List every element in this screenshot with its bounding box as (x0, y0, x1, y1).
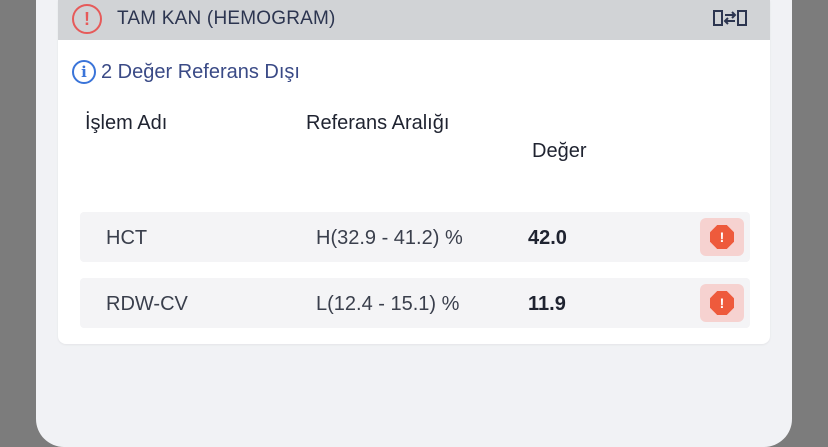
out-of-range-summary: i 2 Değer Referans Dışı (72, 60, 300, 84)
reference-range: H(32.9 - 41.2) % (316, 227, 463, 249)
column-header-name: İşlem Adı (85, 112, 168, 134)
panel-title: TAM KAN (HEMOGRAM) (117, 8, 336, 29)
out-of-range-text: 2 Değer Referans Dışı (101, 60, 300, 83)
column-header-value: Değer (532, 140, 587, 162)
warning-octagon-glyph: ! (710, 291, 734, 315)
test-value: 42.0 (528, 227, 567, 249)
warning-octagon-glyph: ! (710, 225, 734, 249)
warning-octagon-icon[interactable]: ! (700, 218, 744, 256)
test-name: HCT (106, 227, 148, 249)
table-row[interactable]: HCT H(32.9 - 41.2) % 42.0 ! (80, 212, 750, 262)
table-row[interactable]: RDW-CV L(12.4 - 15.1) % 11.9 ! (80, 278, 750, 328)
warning-octagon-icon[interactable]: ! (700, 284, 744, 322)
reference-range: L(12.4 - 15.1) % (316, 293, 460, 315)
column-header-range: Referans Aralığı (306, 112, 450, 134)
alert-circle-icon: ! (72, 4, 102, 34)
info-circle-icon: i (72, 60, 96, 84)
test-value: 11.9 (528, 293, 566, 315)
test-name: RDW-CV (106, 293, 188, 315)
swap-icon[interactable] (712, 6, 748, 30)
